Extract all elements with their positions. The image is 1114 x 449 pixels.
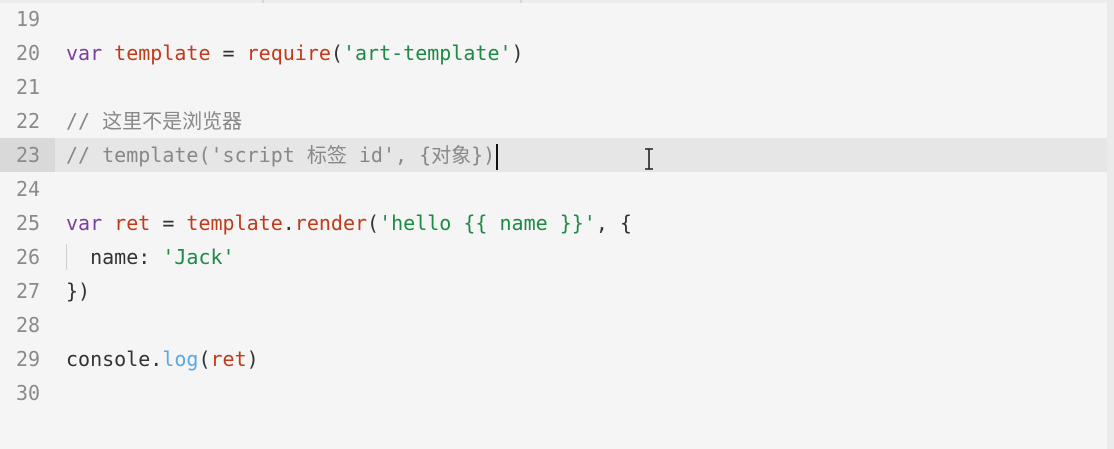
code-line[interactable]: 27}) <box>0 274 1107 308</box>
line-number: 23 <box>16 143 41 167</box>
code-token: ( <box>367 211 380 235</box>
code-text: console.log(ret) <box>66 342 259 376</box>
code-token: name: <box>66 245 163 269</box>
line-number: 24 <box>16 177 41 201</box>
code-text: // template('script 标签 id', {对象}) <box>66 138 499 172</box>
indent-guide <box>66 244 67 270</box>
code-token: // template('script 标签 id', {对象}) <box>66 143 496 167</box>
text-caret-icon <box>496 143 499 170</box>
line-number-gutter: 23 <box>0 138 55 172</box>
code-token: require <box>246 41 331 65</box>
line-number: 21 <box>16 75 41 99</box>
code-lines: 19 20 var template = require('art-template… <box>0 2 1107 410</box>
line-number-gutter: 26 <box>0 240 55 274</box>
code-text: var template = require('art-template') <box>66 36 524 70</box>
code-token: , { <box>595 211 632 235</box>
code-token: 'Jack' <box>162 245 235 269</box>
code-text: // 这里不是浏览器 <box>66 104 242 138</box>
line-number-gutter: 22 <box>0 104 55 138</box>
line-number: 28 <box>16 313 41 337</box>
code-token: }) <box>66 279 91 303</box>
code-line[interactable]: 24 <box>0 172 1107 206</box>
line-number-gutter: 21 <box>0 70 55 104</box>
code-token: template <box>186 211 283 235</box>
code-token: // 这里不是浏览器 <box>66 109 243 133</box>
ibeam-cursor-icon <box>645 148 653 170</box>
code-line[interactable]: 20 var template = require('art-template') <box>0 36 1107 70</box>
line-number-gutter: 19 <box>0 2 55 36</box>
code-line-current[interactable]: 23 // template('script 标签 id', {对象}) <box>0 138 1107 172</box>
line-number-gutter: 30 <box>0 376 55 410</box>
code-token: 'hello {{ name }}' <box>379 211 596 235</box>
code-token: render <box>294 211 368 235</box>
code-line[interactable]: 21 <box>0 70 1107 104</box>
line-number-gutter: 28 <box>0 308 55 342</box>
code-token: 'art-template' <box>342 41 512 65</box>
line-number: 19 <box>16 7 41 31</box>
code-token: ) <box>511 41 524 65</box>
line-number: 30 <box>16 381 41 405</box>
line-number-gutter: 25 <box>0 206 55 240</box>
code-token: = <box>150 211 187 235</box>
code-editor[interactable]: 19 20 var template = require('art-template… <box>0 0 1114 449</box>
line-number: 25 <box>16 211 41 235</box>
code-token: . <box>282 211 295 235</box>
line-number: 29 <box>16 347 41 371</box>
code-line[interactable]: 25 var ret = template.render('hello {{ na… <box>0 206 1107 240</box>
line-number: 26 <box>16 245 41 269</box>
code-line[interactable]: 26 name: 'Jack' <box>0 240 1107 274</box>
code-token: ( <box>330 41 343 65</box>
code-line[interactable]: 30 <box>0 376 1107 410</box>
code-line[interactable]: 29 console.log(ret) <box>0 342 1107 376</box>
line-number-gutter: 29 <box>0 342 55 376</box>
code-token: ret <box>114 211 151 235</box>
line-number-gutter: 24 <box>0 172 55 206</box>
code-token: = <box>210 41 247 65</box>
code-line[interactable]: 28 <box>0 308 1107 342</box>
line-number: 22 <box>16 109 41 133</box>
code-token: var <box>66 41 103 65</box>
line-number: 20 <box>16 41 41 65</box>
code-token: ret <box>210 347 247 371</box>
line-number-gutter: 27 <box>0 274 55 308</box>
code-token: ( <box>198 347 211 371</box>
code-token: var <box>66 211 103 235</box>
code-text: name: 'Jack' <box>66 240 235 274</box>
line-number: 27 <box>16 279 41 303</box>
code-text: var ret = template.render('hello {{ name… <box>66 206 632 240</box>
code-line[interactable]: 19 <box>0 2 1107 36</box>
line-number-gutter: 20 <box>0 36 55 70</box>
vertical-scrollbar[interactable] <box>1107 0 1114 449</box>
code-token: log <box>162 347 199 371</box>
code-line[interactable]: 22 // 这里不是浏览器 <box>0 104 1107 138</box>
code-token: template <box>114 41 211 65</box>
code-text: }) <box>66 274 90 308</box>
code-token: console. <box>66 347 163 371</box>
code-token: ) <box>246 347 259 371</box>
